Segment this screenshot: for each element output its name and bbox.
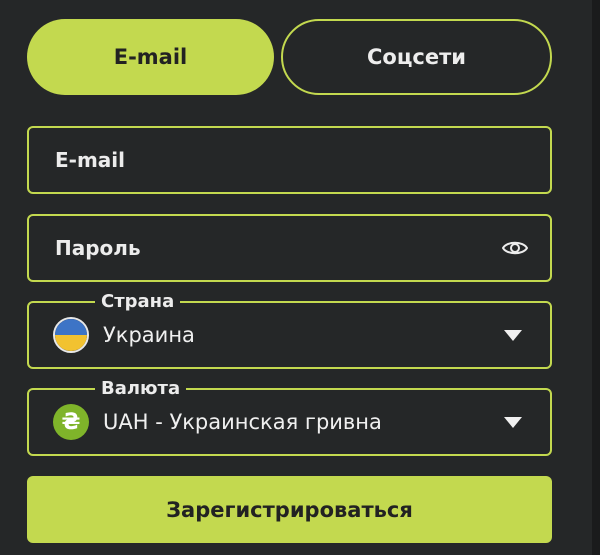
chevron-down-icon — [504, 329, 522, 341]
email-field[interactable]: E-mail — [27, 126, 552, 194]
register-button-label: Зарегистрироваться — [166, 497, 413, 522]
currency-legend: Валюта — [95, 376, 187, 402]
tab-social[interactable]: Соцсети — [281, 19, 552, 95]
hryvnia-icon: ₴ — [53, 404, 89, 440]
country-legend: Страна — [95, 289, 181, 315]
tab-email-label: E-mail — [113, 45, 188, 69]
country-select[interactable]: Страна Украина — [27, 289, 552, 369]
ukraine-flag-icon — [53, 317, 89, 353]
password-field[interactable]: Пароль — [27, 214, 552, 282]
tab-social-label: Соцсети — [367, 45, 466, 69]
register-button[interactable]: Зарегистрироваться — [27, 476, 552, 543]
chevron-down-icon — [504, 416, 522, 428]
email-placeholder: E-mail — [55, 148, 126, 172]
scrollbar[interactable] — [592, 0, 600, 555]
eye-icon[interactable] — [502, 239, 528, 257]
tab-email[interactable]: E-mail — [27, 19, 274, 95]
currency-value: UAH - Украинская гривна — [103, 410, 382, 434]
password-placeholder: Пароль — [55, 236, 141, 260]
currency-select[interactable]: Валюта ₴ UAH - Украинская гривна — [27, 376, 552, 456]
country-value: Украина — [103, 323, 195, 347]
